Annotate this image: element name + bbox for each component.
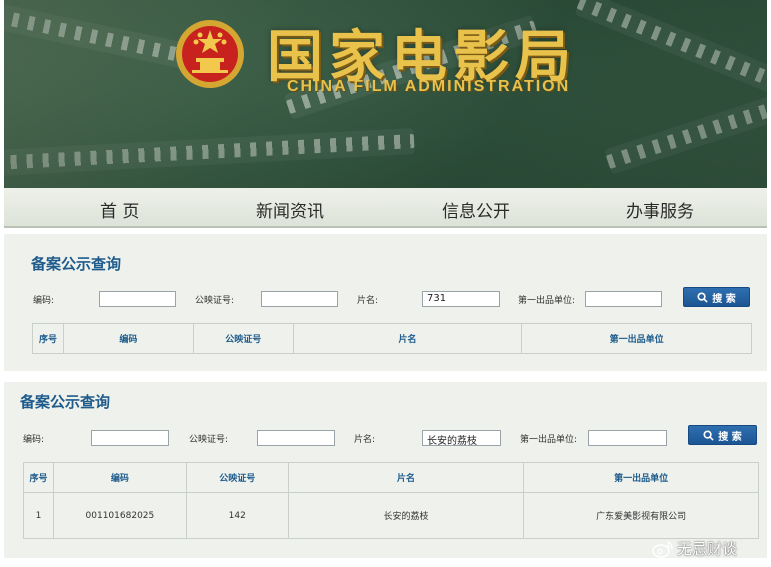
table-header-row: 序号 编码 公映证号 片名 第一出品单位 xyxy=(23,462,759,493)
national-emblem-icon xyxy=(176,20,244,88)
results-table: 序号 编码 公映证号 片名 第一出品单位 1 001101682025 142 … xyxy=(23,462,759,539)
cell-name: 长安的荔枝 xyxy=(287,492,525,539)
nav-item-home[interactable]: 首 页 xyxy=(100,197,139,222)
col-index: 序号 xyxy=(32,323,64,354)
col-cert: 公映证号 xyxy=(185,462,289,493)
cert-input[interactable] xyxy=(261,291,338,307)
name-label: 片名: xyxy=(357,296,379,306)
name-input[interactable]: 长安的荔枝 xyxy=(422,430,501,446)
col-unit: 第一出品单位 xyxy=(521,323,752,354)
results-table: 序号 编码 公映证号 片名 第一出品单位 xyxy=(32,323,752,354)
unit-label: 第一出品单位: xyxy=(520,435,578,445)
query-panel: 备案公示查询 编码: 公映证号: 片名: 长安的荔枝 第一出品单位: 搜 索 序… xyxy=(4,382,767,558)
search-button-label: 搜 索 xyxy=(718,431,742,443)
cell-index: 1 xyxy=(23,492,54,539)
search-button[interactable]: 搜 索 xyxy=(688,425,757,445)
nav-item-news[interactable]: 新闻资讯 xyxy=(256,197,324,222)
search-icon xyxy=(703,429,714,441)
weibo-icon xyxy=(652,540,673,558)
unit-label: 第一出品单位: xyxy=(518,296,576,306)
site-subtitle: CHINA FILM ADMINISTRATION xyxy=(287,78,571,95)
watermark-text: 无忌财谈 xyxy=(677,540,738,558)
code-label: 编码: xyxy=(33,296,55,306)
search-button[interactable]: 搜 索 xyxy=(683,287,750,307)
col-code: 编码 xyxy=(62,323,194,354)
header-banner: 国家电影局 CHINA FILM ADMINISTRATION xyxy=(4,0,767,188)
cell-cert: 142 xyxy=(185,492,289,539)
table-row: 1 001101682025 142 长安的荔枝 广东爱美影视有限公司 xyxy=(23,492,759,539)
cell-unit: 广东爱美影视有限公司 xyxy=(523,492,759,539)
cert-label: 公映证号: xyxy=(195,296,235,306)
unit-input[interactable] xyxy=(585,291,662,307)
panel-title: 备案公示查询 xyxy=(20,393,111,411)
unit-input[interactable] xyxy=(588,430,667,446)
col-name: 片名 xyxy=(292,323,523,354)
col-name: 片名 xyxy=(287,462,525,493)
cert-input[interactable] xyxy=(257,430,335,446)
col-code: 编码 xyxy=(52,462,187,493)
table-header-row: 序号 编码 公映证号 片名 第一出品单位 xyxy=(32,323,752,354)
search-button-label: 搜 索 xyxy=(712,293,736,305)
panel-title: 备案公示查询 xyxy=(31,255,122,273)
code-input[interactable] xyxy=(99,291,176,307)
search-icon xyxy=(697,291,708,303)
cell-code: 001101682025 xyxy=(52,492,187,539)
code-label: 编码: xyxy=(23,435,45,445)
nav-item-services[interactable]: 办事服务 xyxy=(626,197,694,222)
nav-item-info[interactable]: 信息公开 xyxy=(442,197,510,222)
col-index: 序号 xyxy=(23,462,54,493)
query-panel: 备案公示查询 编码: 公映证号: 片名: 731 第一出品单位: 搜 索 序号 … xyxy=(4,234,767,371)
cert-label: 公映证号: xyxy=(189,435,229,445)
code-input[interactable] xyxy=(91,430,169,446)
name-input[interactable]: 731 xyxy=(422,291,500,307)
watermark: 无忌财谈 xyxy=(652,538,737,559)
name-label: 片名: xyxy=(354,435,376,445)
col-cert: 公映证号 xyxy=(192,323,294,354)
col-unit: 第一出品单位 xyxy=(523,462,759,493)
main-nav: 首 页 新闻资讯 信息公开 办事服务 xyxy=(4,188,767,228)
